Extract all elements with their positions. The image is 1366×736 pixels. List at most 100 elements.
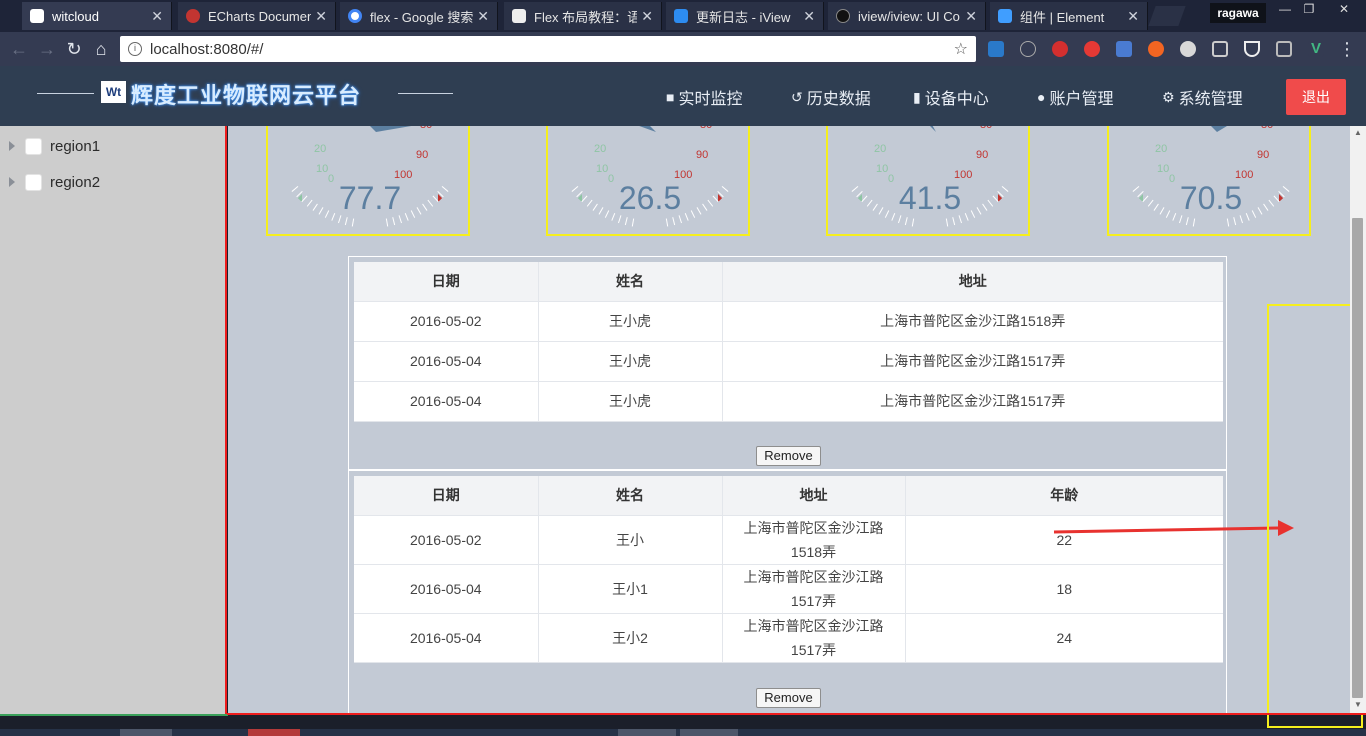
gauge-tick-label: 20 [1155, 143, 1167, 155]
menu-item-system[interactable]: ⚙ 系统管理 [1162, 86, 1243, 109]
table-cell: 上海市普陀区金沙江路1517弄 [722, 381, 1223, 422]
site-info-icon[interactable]: i [128, 42, 142, 56]
table-row[interactable]: 2016-05-04 王小虎 上海市普陀区金沙江路1517弄 [354, 341, 1223, 382]
users-icon: ● [1037, 89, 1046, 105]
column-header[interactable]: 日期 [354, 476, 539, 516]
gauge-tick-label: 80 [980, 126, 992, 131]
browser-tab-6[interactable]: 组件 | Element ✕ [990, 2, 1148, 30]
tree-node-region2[interactable]: region2 [0, 171, 100, 193]
gauge-tick-label: 90 [696, 149, 708, 161]
table-cell: 上海市普陀区金沙江路1517弄 [722, 564, 906, 614]
menu-item-history[interactable]: ↺ 历史数据 [791, 86, 871, 109]
table-row[interactable]: 2016-05-04 王小2 上海市普陀区金沙江路1517弄 24 [354, 613, 1223, 663]
menu-item-accounts[interactable]: ● 账户管理 [1037, 86, 1113, 108]
close-icon[interactable]: ✕ [965, 8, 977, 25]
translate-icon[interactable] [1116, 41, 1132, 57]
extension-icon[interactable] [1020, 41, 1036, 57]
extension-icon[interactable] [1148, 41, 1164, 57]
remove-button[interactable]: Remove [756, 688, 821, 708]
gear-icon: ⚙ [1162, 88, 1175, 105]
taskbar-item[interactable] [248, 729, 300, 736]
brand-title: 辉度工业物联网云平台 [131, 83, 362, 108]
home-icon[interactable]: ⌂ [90, 38, 112, 60]
close-icon[interactable]: ✕ [477, 8, 489, 25]
extension-icon[interactable] [1084, 41, 1100, 57]
column-header[interactable]: 地址 [722, 262, 1223, 302]
more-menu-icon[interactable]: ⋮ [1336, 38, 1358, 60]
checkbox[interactable] [25, 173, 42, 191]
element-icon [998, 9, 1012, 23]
column-header[interactable]: 姓名 [538, 262, 723, 302]
extension-icon[interactable] [1180, 41, 1196, 57]
address-bar[interactable]: i localhost:8080/#/ ☆ [120, 36, 976, 62]
restore-icon[interactable]: ❐ [1296, 0, 1322, 20]
extension-icon[interactable] [988, 41, 1004, 57]
checkbox[interactable] [25, 137, 42, 155]
gauge-tick-label: 90 [1257, 149, 1269, 161]
expand-arrow-icon[interactable] [9, 177, 15, 187]
gauge-tick-label: 90 [416, 149, 428, 161]
column-header[interactable]: 年龄 [905, 476, 1223, 516]
table-row[interactable]: 2016-05-02 王小虎 上海市普陀区金沙江路1518弄 [354, 301, 1223, 342]
table-cell: 王小 [538, 515, 723, 565]
browser-tab-3[interactable]: Flex 布局教程：语 ✕ [504, 2, 662, 30]
table-cell: 2016-05-04 [354, 613, 539, 663]
scrollbar-thumb[interactable] [1352, 218, 1363, 698]
browser-tab-2[interactable]: flex - Google 搜索 ✕ [340, 2, 498, 30]
reload-icon[interactable]: ↻ [63, 38, 85, 60]
adblock-icon[interactable] [1052, 41, 1068, 57]
table-cell: 2016-05-04 [354, 381, 539, 422]
column-header[interactable]: 地址 [722, 476, 906, 516]
table-cell: 上海市普陀区金沙江路1518弄 [722, 515, 906, 565]
menu-item-realtime[interactable]: ■ 实时监控 [666, 86, 742, 108]
close-icon[interactable]: ✕ [803, 8, 815, 25]
github-icon [836, 9, 850, 23]
window-close-icon[interactable]: ✕ [1324, 0, 1364, 20]
table-row[interactable]: 2016-05-04 王小虎 上海市普陀区金沙江路1517弄 [354, 381, 1223, 422]
minimize-icon[interactable]: — [1272, 0, 1298, 20]
browser-tabstrip: witcloud ✕ ECharts Documen ✕ flex - Goog… [0, 0, 1366, 32]
browser-tab-5[interactable]: iview/iview: UI Co ✕ [828, 2, 986, 30]
scroll-up-icon[interactable]: ▲ [1350, 126, 1366, 140]
table-row[interactable]: 2016-05-04 王小1 上海市普陀区金沙江路1517弄 18 [354, 564, 1223, 614]
browser-tab-0[interactable]: witcloud ✕ [22, 2, 172, 30]
table-cell: 2016-05-04 [354, 564, 539, 614]
gauge-tick-label: 80 [420, 126, 432, 131]
data-table: 日期 姓名 地址 2016-05-02 王小虎 上海市普陀区金沙江路1518弄 … [354, 262, 1223, 422]
logout-button[interactable]: 退出 [1286, 79, 1346, 115]
menu-item-devices[interactable]: ▮ 设备中心 [913, 86, 989, 109]
annotation-arrow [1053, 520, 1294, 536]
extension-icon[interactable] [1276, 41, 1292, 57]
new-tab-button[interactable] [1148, 6, 1186, 26]
column-header[interactable]: 姓名 [538, 476, 723, 516]
column-header[interactable]: 日期 [354, 262, 539, 302]
url-text[interactable]: localhost:8080/#/ [150, 41, 954, 58]
device-icon: ▮ [913, 88, 921, 105]
taskbar-item[interactable] [618, 729, 676, 736]
browser-tab-1[interactable]: ECharts Documen ✕ [178, 2, 336, 30]
browser-tab-4[interactable]: 更新日志 - iView ✕ [666, 2, 824, 30]
forward-icon[interactable]: → [36, 38, 58, 60]
close-icon[interactable]: ✕ [1127, 8, 1139, 25]
expand-arrow-icon[interactable] [9, 141, 15, 151]
close-icon[interactable]: ✕ [641, 8, 653, 25]
table-cell: 24 [905, 613, 1223, 663]
close-icon[interactable]: ✕ [315, 8, 327, 25]
close-icon[interactable]: ✕ [151, 8, 163, 25]
bookmark-star-icon[interactable]: ☆ [954, 39, 968, 59]
taskbar-item[interactable] [120, 729, 172, 736]
extension-icon[interactable] [1212, 41, 1228, 57]
profile-badge[interactable]: ragawa [1210, 3, 1266, 23]
gauge-card: 201008090100 41.5 [826, 126, 1030, 236]
tree-node-region1[interactable]: region1 [0, 135, 100, 157]
gauge-tick-label: 20 [874, 143, 886, 155]
back-icon[interactable]: ← [8, 38, 30, 60]
vue-devtools-icon[interactable]: V [1308, 41, 1324, 57]
remove-button[interactable]: Remove [756, 446, 821, 466]
scroll-down-icon[interactable]: ▼ [1350, 698, 1366, 712]
shield-icon[interactable] [1244, 41, 1260, 57]
table-panel: 日期 姓名 地址 2016-05-02 王小虎 上海市普陀区金沙江路1518弄 … [348, 256, 1227, 470]
divider [0, 714, 228, 716]
taskbar-item[interactable] [680, 729, 738, 736]
google-icon [348, 9, 362, 23]
